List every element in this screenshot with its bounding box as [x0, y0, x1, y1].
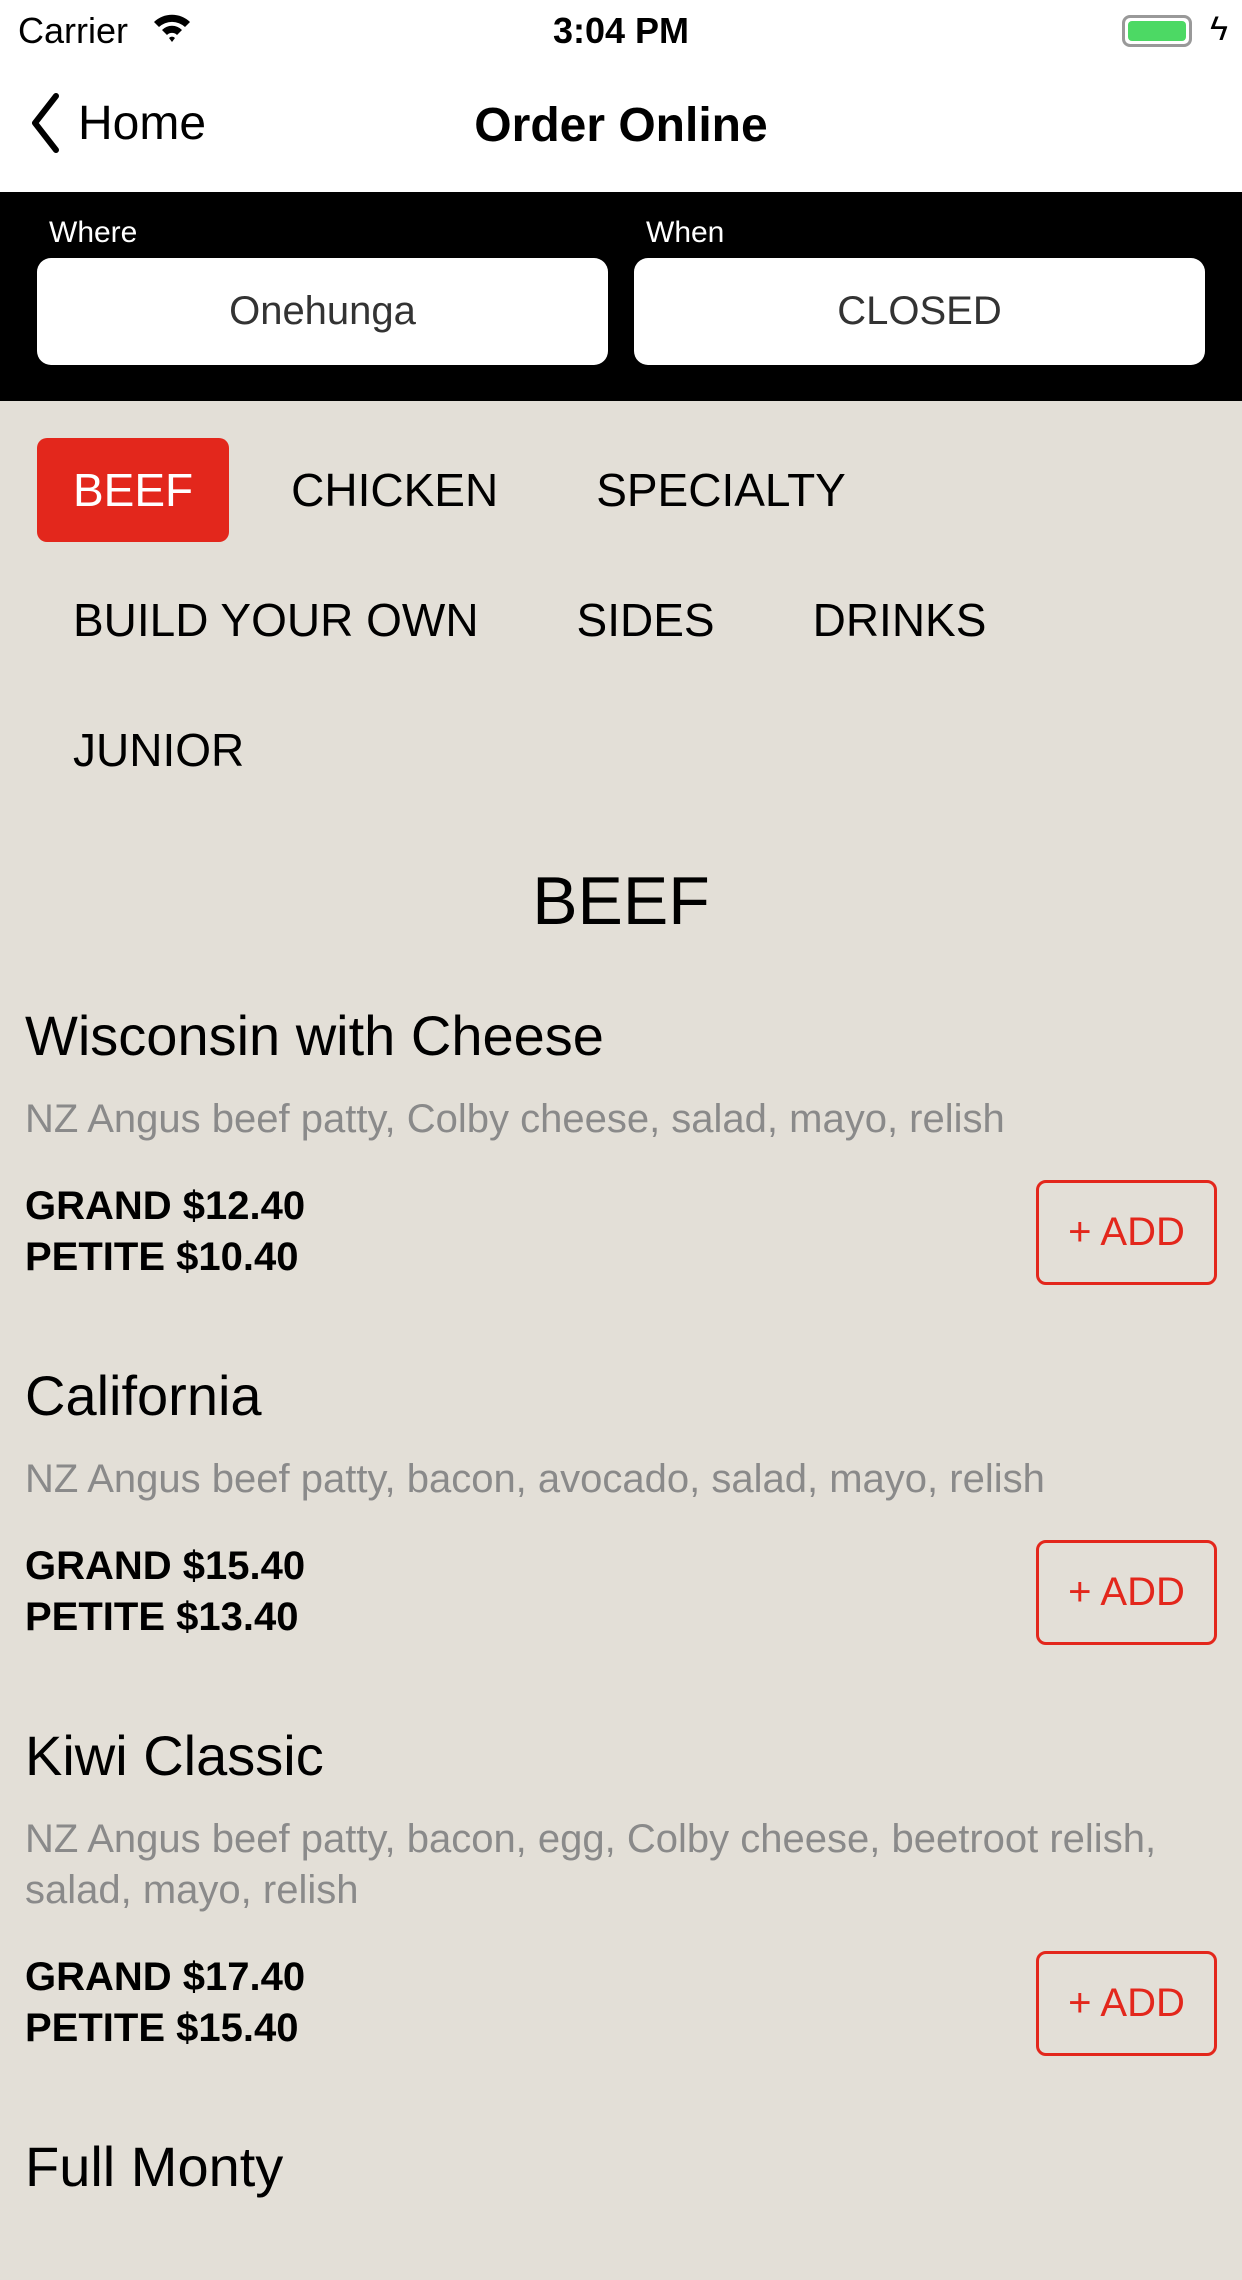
item-description: NZ Angus beef patty, bacon, avocado, sal…: [25, 1457, 1045, 1501]
item-name: Wisconsin with Cheese: [25, 1004, 604, 1067]
when-label: When: [646, 216, 725, 249]
where-selector[interactable]: Onehunga: [37, 258, 608, 365]
tab-junior[interactable]: JUNIOR: [37, 698, 1217, 802]
menu-item: Kiwi Classic NZ Angus beef patty, bacon,…: [25, 1724, 1217, 2056]
tab-beef[interactable]: BEEF: [37, 438, 230, 542]
menu-item: California NZ Angus beef patty, bacon, a…: [25, 1364, 1217, 1645]
add-button[interactable]: + ADD: [1036, 1540, 1217, 1645]
when-selector[interactable]: CLOSED: [634, 258, 1205, 365]
charging-icon: ϟ: [1210, 10, 1228, 48]
navigation-bar: Home Order Online: [0, 64, 1242, 192]
menu-list: Wisconsin with Cheese NZ Angus beef patt…: [0, 1004, 1242, 2280]
item-name: Full Monty: [25, 2135, 284, 2198]
add-button[interactable]: + ADD: [1036, 1951, 1217, 2056]
add-button[interactable]: + ADD: [1036, 1180, 1217, 1285]
tab-build-your-own[interactable]: BUILD YOUR OWN: [37, 568, 515, 672]
status-bar: Carrier 3:04 PM ϟ: [0, 0, 1242, 64]
tab-drinks[interactable]: DRINKS: [777, 568, 1023, 672]
item-name: Kiwi Classic: [25, 1724, 324, 1787]
clock: 3:04 PM: [552, 10, 690, 51]
tab-specialty[interactable]: SPECIALTY: [560, 438, 882, 542]
where-label: Where: [49, 216, 138, 249]
item-description: NZ Angus beef patty, Colby cheese, salad…: [25, 1097, 1005, 1141]
menu-item: Full Monty: [25, 2135, 1217, 2199]
tab-sides[interactable]: SIDES: [541, 568, 751, 672]
tab-chicken[interactable]: CHICKEN: [255, 438, 534, 542]
page-title: Order Online: [474, 99, 768, 152]
menu-item: Wisconsin with Cheese NZ Angus beef patt…: [25, 1004, 1217, 1285]
item-name: California: [25, 1364, 262, 1427]
section-title: BEEF: [532, 863, 710, 939]
order-selector: Where Onehunga When CLOSED: [0, 192, 1242, 401]
battery-icon: [1122, 15, 1192, 47]
category-tabs: BEEF CHICKEN SPECIALTY BUILD YOUR OWN SI…: [37, 438, 1217, 802]
item-description: NZ Angus beef patty, bacon, egg, Colby c…: [25, 1817, 1157, 1912]
